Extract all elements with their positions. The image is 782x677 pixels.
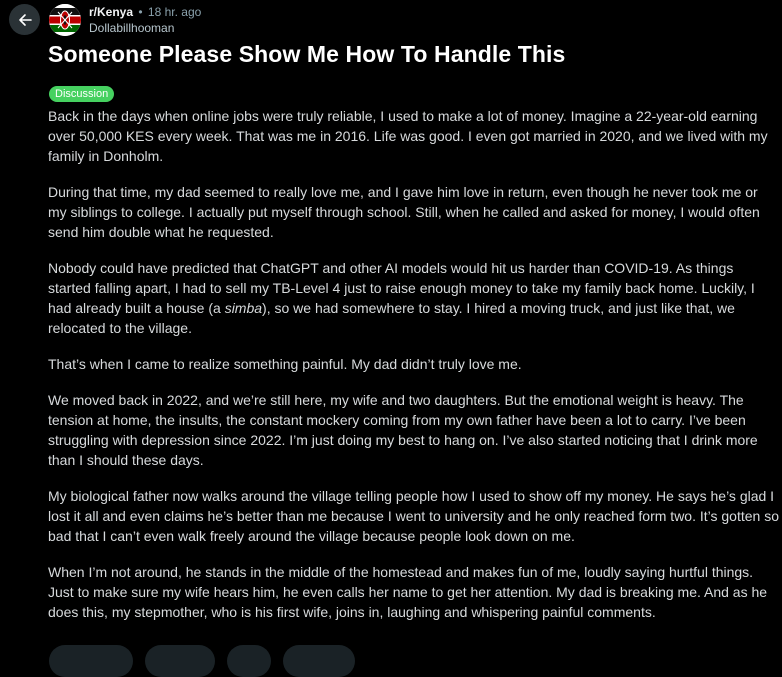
body-line: Nobody could have predicted that ChatGPT… — [48, 260, 734, 276]
award-button[interactable] — [227, 645, 271, 677]
subreddit-link[interactable]: r/Kenya — [89, 5, 133, 19]
body-line: send him double what he requested. — [48, 224, 274, 240]
kenya-flag-avatar — [49, 4, 81, 36]
body-line: During that time, my dad seemed to reall… — [48, 184, 758, 200]
body-line: over 50,000 KES every week. That was me … — [48, 128, 768, 144]
paragraph-2: During that time, my dad seemed to reall… — [48, 182, 782, 242]
body-line: When I’m not around, he stands in the mi… — [48, 564, 754, 580]
body-line: We moved back in 2022, and we’re still h… — [48, 392, 744, 408]
body-line: tension at home, the insults, the consta… — [48, 412, 746, 428]
subreddit-avatar[interactable] — [49, 4, 81, 36]
body-line: That’s when I came to realize something … — [48, 356, 522, 372]
body-line: started falling apart, I had to sell my … — [48, 280, 755, 296]
paragraph-6: My biological father now walks around th… — [48, 486, 782, 546]
body-line: relocated to the village. — [48, 320, 192, 336]
body-line: Just to make sure my wife hears him, he … — [48, 584, 768, 600]
paragraph-1: Back in the days when online jobs were t… — [48, 106, 782, 166]
paragraph-5: We moved back in 2022, and we’re still h… — [48, 390, 782, 470]
body-line: My biological father now walks around th… — [48, 488, 775, 504]
post-timestamp: 18 hr. ago — [147, 5, 202, 19]
body-line: lost it all and even claims he’s better … — [48, 508, 779, 524]
post-meta: r/Kenya • 18 hr. ago Dollabillhooman — [89, 4, 201, 36]
flair-badge[interactable]: Discussion — [49, 86, 115, 102]
comments-button[interactable] — [145, 645, 215, 677]
back-button[interactable] — [9, 4, 40, 35]
author-link[interactable]: Dollabillhooman — [89, 21, 174, 35]
share-button[interactable] — [283, 645, 355, 677]
body-line: than I should these days. — [48, 452, 204, 468]
paragraph-3: Nobody could have predicted that ChatGPT… — [48, 258, 782, 338]
body-line-start: had already built a house (a — [48, 300, 225, 316]
paragraph-7: When I’m not around, he stands in the mi… — [48, 562, 782, 622]
body-line: my siblings to college. I actually put m… — [48, 204, 760, 220]
arrow-left-icon — [18, 13, 32, 26]
body-line: bad that I can’t even walk freely around… — [48, 528, 575, 544]
body-line: struggling with depression since 2022. I… — [48, 432, 758, 448]
post-actions-bar — [49, 645, 355, 677]
vote-button[interactable] — [49, 645, 133, 677]
body-line: family in Donholm. — [48, 148, 164, 164]
post-body: Back in the days when online jobs were t… — [48, 106, 782, 638]
body-line: does this, my stepmother, who is his fir… — [48, 604, 656, 620]
body-line: Back in the days when online jobs were t… — [48, 108, 758, 124]
meta-separator: • — [138, 5, 143, 19]
post-title: Someone Please Show Me How To Handle Thi… — [48, 41, 566, 67]
body-line-end: ), so we had somewhere to stay. I hired … — [262, 300, 735, 316]
paragraph-4: That’s when I came to realize something … — [48, 354, 782, 374]
italic-term: simba — [224, 300, 263, 316]
